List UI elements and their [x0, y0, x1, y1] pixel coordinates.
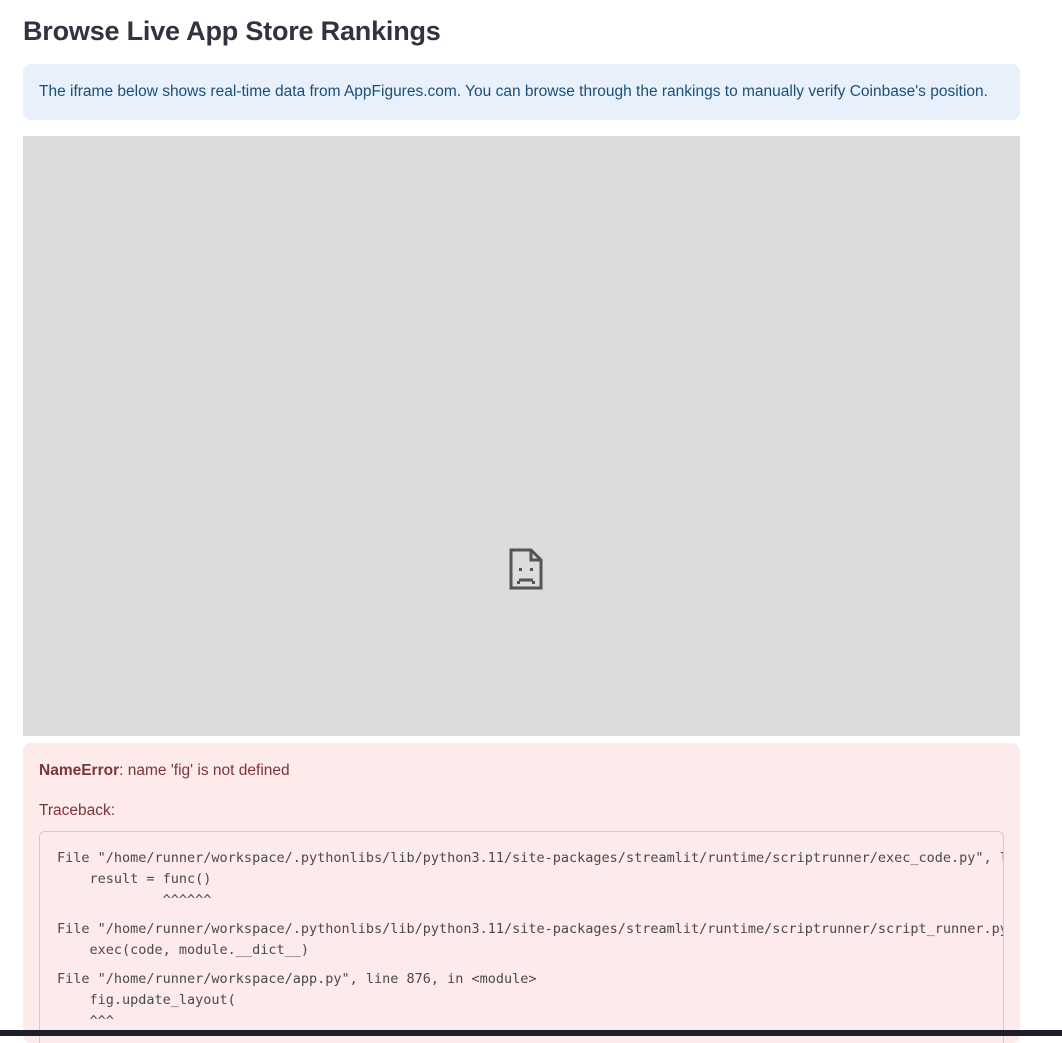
- page-title: Browse Live App Store Rankings: [23, 16, 441, 46]
- frame-marker: ^^^^^^: [57, 892, 212, 908]
- traceback-frame: File "/home/runner/workspace/app.py", li…: [57, 969, 1003, 1032]
- frame-file-line: File "/home/runner/workspace/app.py", li…: [57, 971, 537, 987]
- error-name: NameError: [39, 762, 120, 779]
- frame-code-line: result = func(): [57, 871, 212, 887]
- error-detail: : name 'fig' is not defined: [119, 762, 290, 779]
- bottom-bar: [0, 1030, 1062, 1036]
- sad-file-icon: [509, 548, 543, 590]
- info-alert: The iframe below shows real-time data fr…: [23, 64, 1020, 120]
- frame-marker: ^^^: [57, 1013, 114, 1029]
- appfigures-iframe[interactable]: [23, 136, 1020, 736]
- traceback-frame: File "/home/runner/workspace/.pythonlibs…: [57, 919, 1004, 961]
- traceback-label: Traceback:: [39, 802, 116, 819]
- frame-code-line: exec(code, module.__dict__): [57, 942, 309, 958]
- frame-code-line: fig.update_layout(: [57, 992, 236, 1008]
- error-message: NameError: name 'fig' is not defined: [39, 762, 290, 780]
- frame-file-line: File "/home/runner/workspace/.pythonlibs…: [57, 850, 1003, 866]
- frame-file-line: File "/home/runner/workspace/.pythonlibs…: [57, 921, 1004, 937]
- info-alert-text: The iframe below shows real-time data fr…: [39, 83, 988, 100]
- error-alert: NameError: name 'fig' is not defined Tra…: [23, 743, 1020, 1043]
- traceback-code: File "/home/runner/workspace/.pythonlibs…: [57, 848, 1004, 1040]
- traceback-frame: File "/home/runner/workspace/.pythonlibs…: [57, 848, 1003, 911]
- traceback-code-block[interactable]: File "/home/runner/workspace/.pythonlibs…: [39, 831, 1004, 1043]
